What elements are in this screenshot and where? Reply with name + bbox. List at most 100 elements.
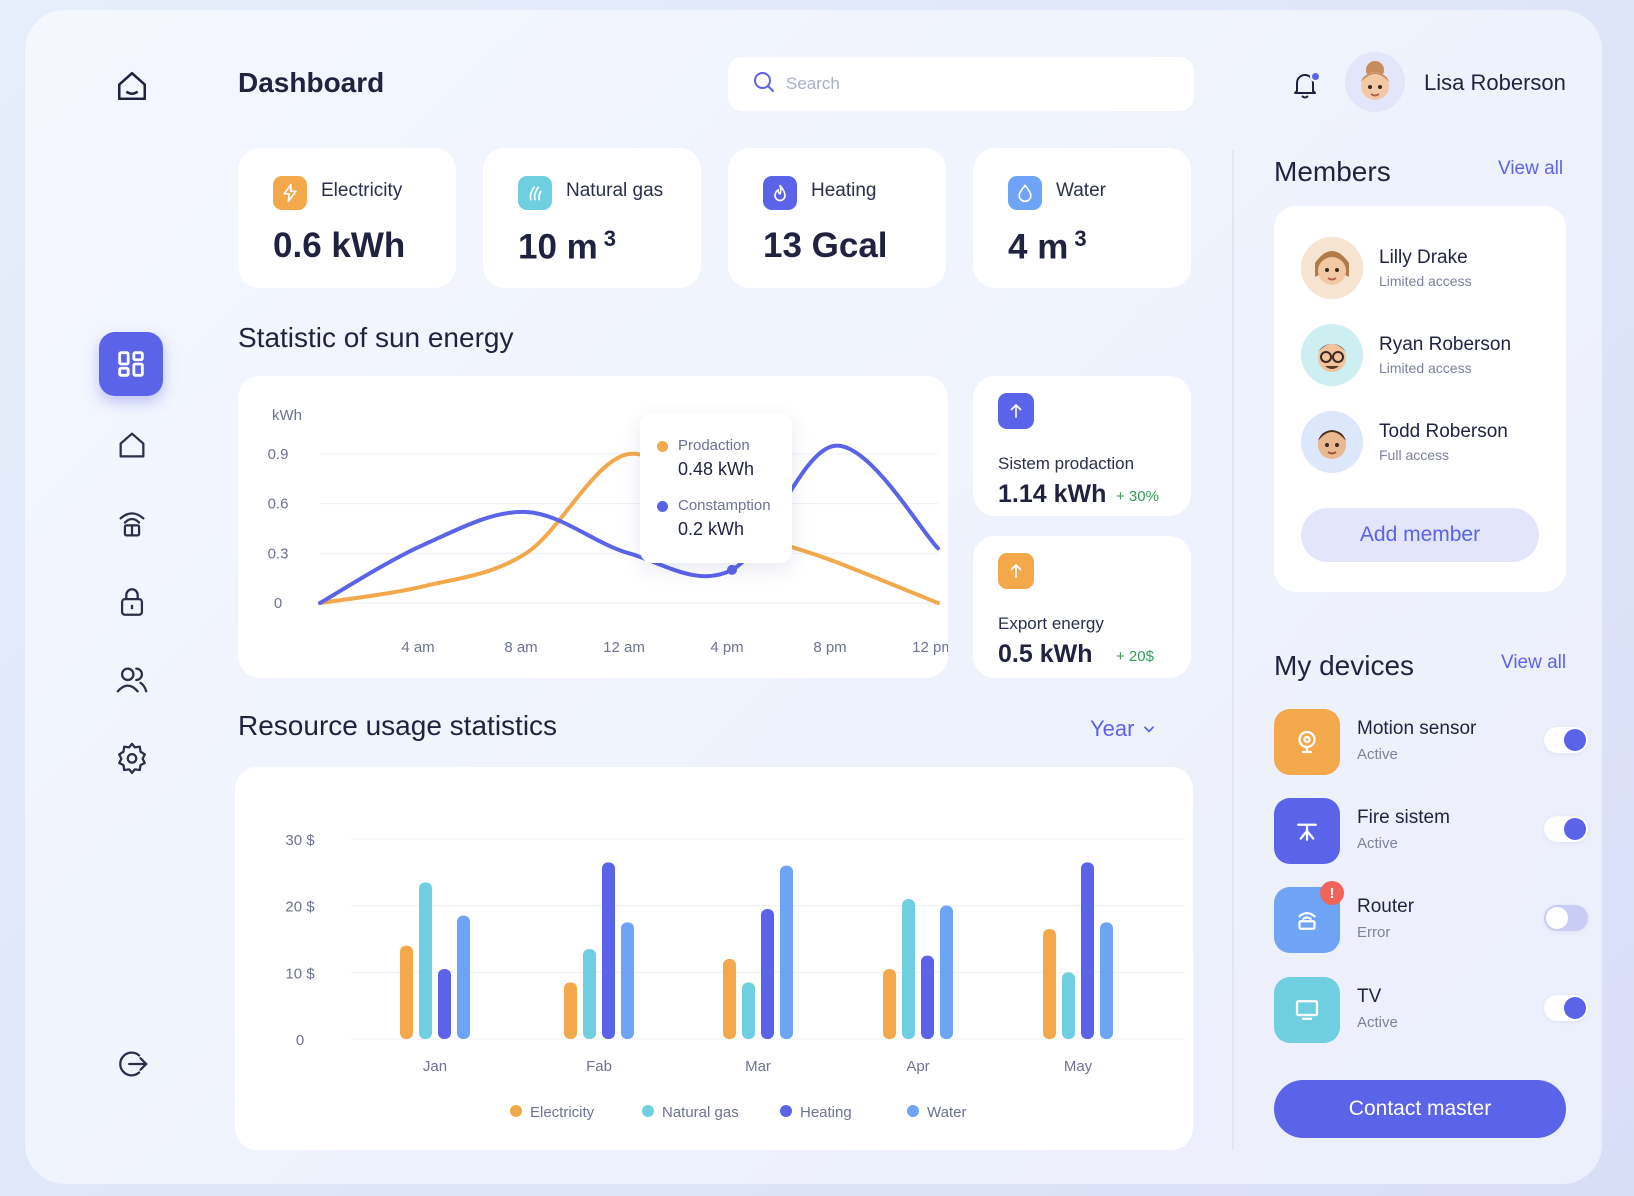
y-tick-label: 0.9 — [268, 446, 289, 463]
notification-dot — [1310, 71, 1321, 82]
legend-dot — [780, 1105, 792, 1117]
system-production-value: 1.14 kWh — [998, 480, 1107, 508]
users-icon[interactable] — [100, 648, 164, 712]
tooltip-production-label: Prodaction — [678, 437, 750, 454]
app-frame: Dashboard Lisa Roberson Electricity 0.6 … — [25, 10, 1602, 1184]
x-tick-label: Jan — [423, 1058, 447, 1075]
device-item[interactable]: Fire sistem Active — [1274, 798, 1588, 864]
x-tick-label: 4 am — [401, 639, 434, 656]
series-line-production — [318, 451, 940, 605]
stat-value: 4 m3 — [1008, 226, 1087, 267]
legend-label: Water — [927, 1104, 966, 1121]
bar-natural-gas — [583, 949, 596, 1039]
bar-natural-gas — [902, 899, 915, 1039]
x-tick-label: 12 am — [603, 639, 645, 656]
home-logo-icon[interactable] — [100, 54, 164, 118]
water-card[interactable]: Water 4 m3 — [973, 148, 1191, 288]
member-name: Lilly Drake — [1379, 247, 1468, 268]
device-toggle[interactable] — [1544, 995, 1588, 1021]
member-access: Limited access — [1379, 360, 1472, 376]
x-tick-label: Fab — [586, 1058, 612, 1075]
x-tick-label: May — [1064, 1058, 1093, 1075]
device-item[interactable]: Motion sensor Active — [1274, 709, 1588, 775]
x-tick-label: 12 pm — [912, 639, 948, 656]
panel-divider — [1232, 150, 1234, 1150]
export-energy-card[interactable]: Export energy 0.5 kWh + 20$ — [973, 536, 1191, 678]
bar-heating — [921, 955, 934, 1039]
flame-icon — [763, 176, 797, 210]
device-item[interactable]: TV Active — [1274, 977, 1588, 1043]
device-name: Fire sistem — [1357, 807, 1450, 828]
arrow-up-icon — [998, 553, 1034, 589]
legend-label: Heating — [800, 1104, 852, 1121]
stat-label: Water — [1056, 180, 1106, 201]
system-production-delta: + 30% — [1116, 488, 1159, 505]
devices-view-all-link[interactable]: View all — [1501, 652, 1566, 674]
y-tick-label: 0 — [274, 595, 282, 612]
device-name: Router — [1357, 896, 1415, 917]
y-tick-label: 10 $ — [285, 965, 315, 982]
device-toggle[interactable] — [1544, 727, 1588, 753]
period-dropdown[interactable]: Year — [1090, 716, 1156, 742]
device-name: TV — [1357, 986, 1382, 1007]
notification-bell-icon[interactable] — [1285, 65, 1325, 105]
legend-dot — [510, 1105, 522, 1117]
members-view-all-link[interactable]: View all — [1498, 158, 1563, 180]
y-tick-label: 0.3 — [268, 545, 289, 562]
export-energy-value: 0.5 kWh — [998, 640, 1093, 668]
member-access: Full access — [1379, 447, 1450, 463]
heating-card[interactable]: Heating 13 Gcal — [728, 148, 946, 288]
export-energy-delta: + 20$ — [1116, 648, 1154, 665]
resource-chart-card: 0 10 $ 20 $ 30 $ Jan Fab Mar Apr May Electricity N… — [235, 767, 1193, 1150]
bar-natural-gas — [419, 882, 432, 1039]
x-tick-label: 8 am — [504, 639, 537, 656]
search-input[interactable] — [786, 74, 1166, 94]
user-avatar[interactable] — [1345, 52, 1405, 112]
x-tick-label: 4 pm — [710, 639, 743, 656]
device-item[interactable]: ! Router Error — [1274, 881, 1588, 953]
bar-water — [621, 922, 634, 1039]
bar-heating — [761, 909, 774, 1039]
stat-value: 13 Gcal — [763, 226, 888, 265]
add-member-button[interactable]: Add member — [1301, 508, 1539, 562]
device-status: Active — [1357, 746, 1398, 763]
device-toggle[interactable] — [1544, 905, 1588, 931]
member-avatar — [1301, 237, 1363, 299]
bar-electricity — [400, 945, 413, 1039]
y-tick-label: 20 $ — [285, 899, 315, 916]
settings-gear-icon[interactable] — [100, 726, 164, 790]
tv-icon — [1274, 977, 1340, 1043]
arrow-up-icon — [998, 393, 1034, 429]
sun-energy-chart-card: kWh 0 0.3 0.6 0.9 4 am 8 am 12 am 4 pm 8 pm 12 pm … — [238, 376, 954, 678]
logout-icon[interactable] — [100, 1032, 164, 1096]
home-icon[interactable] — [100, 413, 164, 477]
x-tick-label: Apr — [906, 1058, 929, 1075]
bolt-icon — [273, 176, 307, 210]
bar-electricity — [1043, 929, 1056, 1039]
period-value: Year — [1090, 716, 1135, 741]
stat-label: Heating — [811, 180, 877, 201]
resource-bar-chart: 0 10 $ 20 $ 30 $ Jan Fab Mar Apr May Electricity N… — [285, 832, 1185, 1121]
member-name: Ryan Roberson — [1379, 334, 1512, 355]
bar-natural-gas — [742, 982, 755, 1039]
router-icon[interactable] — [100, 492, 164, 556]
member-avatar — [1301, 411, 1363, 473]
bar-heating — [602, 862, 615, 1039]
legend-label: Electricity — [530, 1104, 595, 1121]
bar-water — [780, 865, 793, 1039]
system-production-card[interactable]: Sistem prodaction 1.14 kWh + 30% — [973, 376, 1191, 516]
contact-master-button[interactable]: Contact master — [1274, 1080, 1566, 1138]
x-tick-label: 8 pm — [813, 639, 846, 656]
electricity-card[interactable]: Electricity 0.6 kWh — [238, 148, 456, 288]
dashboard-grid-icon[interactable] — [99, 332, 163, 396]
user-name[interactable]: Lisa Roberson — [1424, 70, 1566, 96]
search-bar[interactable] — [728, 57, 1194, 111]
sun-energy-title: Statistic of sun energy — [238, 322, 514, 353]
natural-gas-card[interactable]: Natural gas 10 m3 — [483, 148, 701, 288]
members-title: Members — [1274, 156, 1391, 187]
y-axis-label: kWh — [272, 407, 302, 424]
stat-value: 10 m3 — [518, 226, 617, 267]
lock-icon[interactable] — [100, 570, 164, 634]
device-toggle[interactable] — [1544, 816, 1588, 842]
consumption-legend-dot — [657, 501, 668, 512]
